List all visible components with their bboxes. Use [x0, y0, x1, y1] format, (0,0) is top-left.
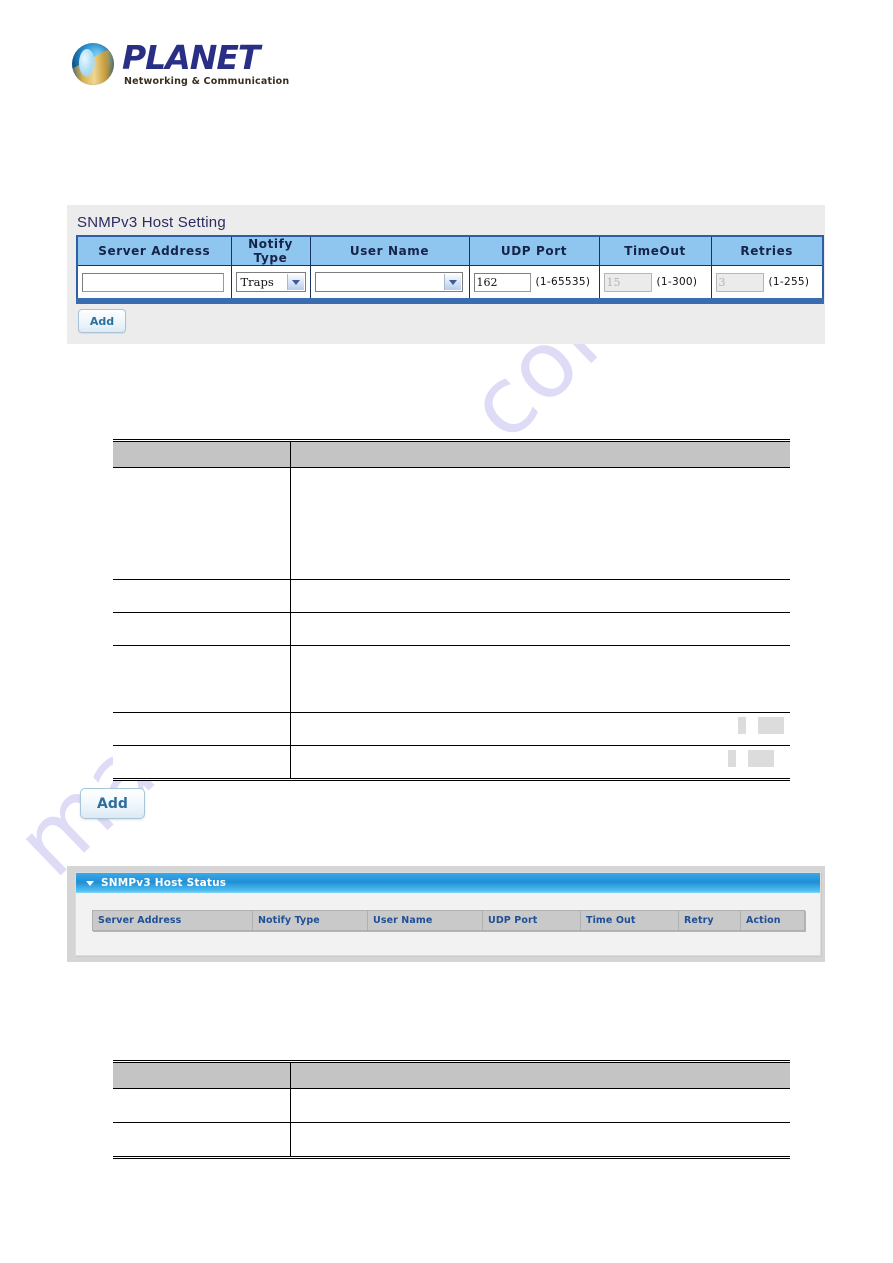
status-panel-inner: SNMPv3 Host Status Server Address Notify… [75, 872, 821, 956]
description-table-bottom [113, 1060, 790, 1159]
add-button-large[interactable]: Add [80, 788, 145, 819]
column-header-timeout: TimeOut [598, 235, 712, 266]
form-header-row: Server Address Notify Type User Name UDP… [76, 235, 824, 266]
retries-input[interactable]: 3 [715, 272, 764, 292]
row-description [290, 645, 790, 713]
snmpv3-host-status-table: Server Address Notify Type User Name UDP… [92, 910, 805, 931]
column-header-description [290, 1060, 790, 1089]
table-row [113, 1122, 790, 1159]
redacted-glyph [728, 750, 736, 767]
table-row [113, 645, 790, 713]
row-description [290, 612, 790, 646]
cell-udp-port: 162 (1-65535) [468, 265, 600, 302]
row-description [290, 745, 790, 781]
form-input-row: Traps 162 (1-65535) 15 (1-300) 3 (1-255) [76, 265, 824, 302]
planet-logo: PLANET Networking & Communication [72, 40, 312, 96]
add-button-small[interactable]: Add [78, 309, 126, 333]
column-header-server-address: Server Address [76, 235, 232, 266]
udp-port-input[interactable]: 162 [473, 272, 531, 292]
cell-timeout: 15 (1-300) [598, 265, 712, 302]
row-term [113, 645, 291, 713]
column-header-retries: Retries [710, 235, 824, 266]
table-header-row [113, 1060, 790, 1089]
status-panel-header-bar[interactable]: SNMPv3 Host Status [76, 873, 820, 893]
retries-range-hint: (1-255) [768, 276, 810, 288]
column-header-udp-port: UDP Port [482, 910, 581, 931]
table-row [113, 745, 790, 781]
row-term [113, 612, 291, 646]
user-name-select[interactable] [314, 272, 463, 292]
row-term [113, 712, 291, 746]
table-row [113, 1088, 790, 1123]
row-term [113, 467, 291, 580]
row-description [290, 579, 790, 613]
column-header-udp-port: UDP Port [468, 235, 600, 266]
column-header-description [290, 439, 790, 468]
cell-server-address [76, 265, 232, 302]
table-row [113, 612, 790, 646]
row-description [290, 1122, 790, 1159]
chevron-down-icon [286, 274, 304, 290]
column-header-notify-type: Notify Type [252, 910, 368, 931]
table-row [113, 467, 790, 580]
chevron-down-icon [443, 274, 461, 290]
row-term [113, 745, 291, 781]
notify-type-value: Traps [240, 275, 274, 289]
row-term [113, 1088, 291, 1123]
row-description [290, 712, 790, 746]
row-term [113, 1122, 291, 1159]
column-header-action: Action [740, 910, 805, 931]
snmpv3-host-status-panel: SNMPv3 Host Status Server Address Notify… [67, 866, 825, 962]
column-header-user-name: User Name [309, 235, 470, 266]
column-header-user-name: User Name [367, 910, 483, 931]
timeout-range-hint: (1-300) [656, 276, 698, 288]
redacted-button-image [758, 717, 784, 734]
row-term [113, 579, 291, 613]
row-description [290, 467, 790, 580]
snmpv3-host-setting-form: Server Address Notify Type User Name UDP… [76, 235, 824, 304]
status-panel-title: SNMPv3 Host Status [101, 877, 227, 889]
table-header-row [113, 439, 790, 468]
description-table-top [113, 439, 790, 781]
column-header-notify-type: Notify Type [230, 235, 311, 266]
brand-wordmark: PLANET [122, 38, 260, 77]
panel-title: SNMPv3 Host Setting [77, 214, 226, 231]
column-header-object [113, 1060, 291, 1089]
column-header-retry: Retry [678, 910, 741, 931]
status-header-row: Server Address Notify Type User Name UDP… [92, 910, 805, 931]
column-header-time-out: Time Out [580, 910, 679, 931]
brand-tagline: Networking & Communication [124, 76, 290, 87]
redacted-glyph [738, 717, 746, 734]
table-row [113, 712, 790, 746]
column-header-server-address: Server Address [92, 910, 253, 931]
column-header-object [113, 439, 291, 468]
triangle-down-icon[interactable] [86, 880, 94, 886]
cell-retries: 3 (1-255) [710, 265, 824, 302]
udp-port-range-hint: (1-65535) [535, 276, 591, 288]
server-address-input[interactable] [82, 272, 224, 292]
cell-user-name [309, 265, 470, 302]
notify-type-select[interactable]: Traps [235, 272, 306, 292]
planet-globe-icon [72, 43, 114, 85]
table-row [113, 579, 790, 613]
timeout-input[interactable]: 15 [603, 272, 652, 292]
row-description [290, 1088, 790, 1123]
snmpv3-host-setting-panel: SNMPv3 Host Setting Server Address Notif… [67, 205, 825, 344]
redacted-button-image [748, 750, 774, 767]
cell-notify-type: Traps [230, 265, 311, 302]
